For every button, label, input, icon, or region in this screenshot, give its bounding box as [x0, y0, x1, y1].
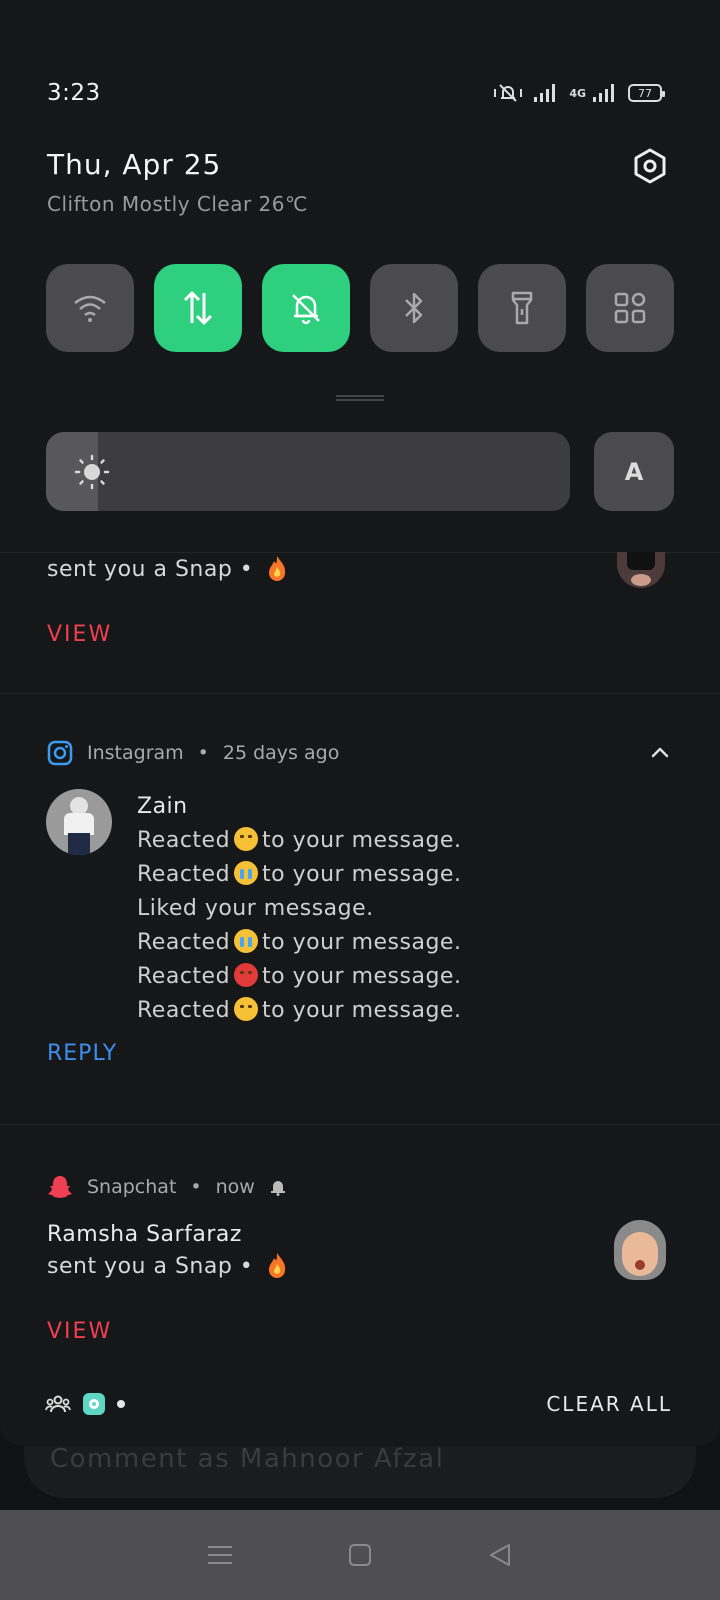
view-button-top[interactable]: VIEW: [47, 622, 112, 647]
message-line: Reacted to your message.: [137, 861, 462, 887]
signal-icon-secondary: [593, 84, 614, 102]
separator-dot: •: [197, 742, 209, 764]
message-line: Liked your message.: [137, 896, 374, 921]
weather[interactable]: Clifton Mostly Clear 26℃: [47, 192, 308, 216]
crying-emoji-icon: [234, 861, 259, 885]
drag-handle[interactable]: [336, 395, 384, 401]
date: Thu, Apr 25: [47, 148, 222, 181]
settings-button[interactable]: [632, 148, 668, 184]
tile-flashlight[interactable]: [478, 264, 566, 352]
message-line: Reacted to your message.: [137, 997, 462, 1023]
snapchat-header: Snapchat • now: [47, 1174, 287, 1200]
comment-placeholder: Comment as Mahnoor Afzal: [50, 1444, 445, 1474]
auto-brightness-button[interactable]: A: [594, 432, 674, 511]
navigation-bar: [0, 1510, 720, 1600]
tile-mobile-data[interactable]: [154, 264, 242, 352]
snapchat-text: sent you a Snap •: [47, 1252, 287, 1279]
divider: [0, 1124, 720, 1125]
instagram-sender: Zain: [137, 794, 188, 819]
tile-bluetooth[interactable]: [370, 264, 458, 352]
snap-top-text: sent you a Snap •: [47, 555, 287, 582]
snapchat-sender: Ramsha Sarfaraz: [47, 1222, 242, 1247]
more-dot-icon: [117, 1400, 125, 1408]
network-type: 4G: [569, 86, 586, 100]
app-chip-icon[interactable]: [83, 1393, 105, 1415]
clear-all-button[interactable]: CLEAR ALL: [546, 1392, 672, 1416]
flashlight-icon: [511, 291, 533, 325]
avatar-ramsha: [608, 1216, 672, 1284]
bluetooth-icon: [405, 292, 423, 324]
message-line: Reacted to your message.: [137, 929, 462, 955]
home-icon[interactable]: [348, 1543, 372, 1567]
instagram-time: 25 days ago: [222, 742, 340, 764]
smirk-emoji-icon: [234, 827, 259, 851]
crying-emoji-icon: [234, 929, 259, 953]
vibrate-off-icon: [494, 84, 523, 102]
wifi-icon: [74, 295, 106, 322]
data-arrows-icon: [183, 291, 213, 325]
battery-indicator: 77: [628, 84, 665, 102]
brightness-slider[interactable]: [46, 432, 570, 511]
instagram-app-name: Instagram: [87, 742, 184, 764]
avatar-snap-top: [617, 552, 665, 588]
smirk-emoji-icon: [234, 997, 259, 1021]
fire-emoji-icon: [268, 1253, 285, 1278]
reply-button[interactable]: REPLY: [47, 1041, 117, 1066]
clock: 3:23: [47, 80, 101, 106]
footer-icons: [45, 1393, 125, 1415]
instagram-icon: [47, 740, 73, 766]
fire-emoji-icon: [268, 556, 285, 581]
bell-icon: [270, 1181, 285, 1196]
tile-more[interactable]: [586, 264, 674, 352]
chevron-up-icon[interactable]: [650, 745, 670, 759]
message-line: Reacted to your message.: [137, 963, 462, 989]
instagram-messages: Zain Reacted to your message. Reacted to y…: [137, 790, 461, 1028]
tile-silent[interactable]: [262, 264, 350, 352]
shade-footer: CLEAR ALL: [45, 1386, 672, 1422]
notification-shade: 3:23 4G 77 Thu, Apr 25 Clifton Mostly Cl…: [0, 0, 720, 1446]
snapchat-icon: [48, 1176, 72, 1198]
signal-icon: [534, 84, 556, 102]
tile-wifi[interactable]: [46, 264, 134, 352]
grid-icon: [614, 292, 646, 324]
divider: [0, 552, 720, 553]
separator-dot: •: [190, 1176, 202, 1198]
status-icons: 4G 77: [493, 82, 665, 104]
snapchat-time: now: [215, 1176, 255, 1198]
status-bar: 3:23 4G 77: [47, 76, 665, 110]
view-button[interactable]: VIEW: [47, 1319, 112, 1344]
divider: [0, 693, 720, 694]
menu-icon[interactable]: [207, 1544, 233, 1566]
angry-emoji-icon: [234, 963, 259, 987]
instagram-header: Instagram • 25 days ago: [47, 740, 339, 766]
people-icon[interactable]: [45, 1394, 71, 1414]
sun-icon: [74, 454, 110, 490]
settings-icon: [634, 148, 666, 184]
message-line: Reacted to your message.: [137, 827, 462, 853]
back-icon[interactable]: [487, 1542, 513, 1568]
bell-off-icon: [292, 294, 320, 325]
quick-tiles: [46, 264, 674, 352]
avatar-zain: [46, 789, 112, 855]
snapchat-app-name: Snapchat: [87, 1176, 177, 1198]
